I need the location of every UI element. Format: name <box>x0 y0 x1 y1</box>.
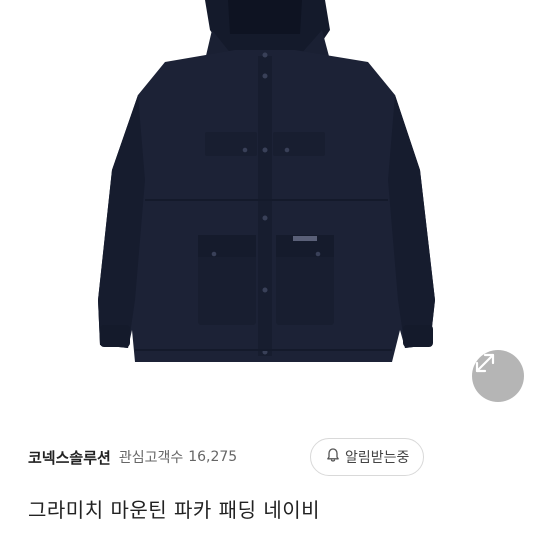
alert-label: 알림받는중 <box>345 450 410 466</box>
follower-label: 관심고객수 <box>118 450 184 466</box>
jacket-illustration <box>98 0 435 362</box>
seller-row: 코넥스솔루션 관심고객수 16,275 알림받는중 <box>28 438 512 476</box>
bell-icon <box>325 447 341 467</box>
product-info-panel: 코넥스솔루션 관심고객수 16,275 알림받는중 그라미치 마운틴 파카 패딩… <box>0 418 540 540</box>
alert-subscribed-button[interactable]: 알림받는중 <box>310 438 425 476</box>
product-image[interactable] <box>0 0 540 418</box>
seller-name[interactable]: 코넥스솔루션 <box>28 447 111 468</box>
follower-count: 16,275 <box>188 449 238 465</box>
product-title: 그라미치 마운틴 파카 패딩 네이비 <box>28 498 321 522</box>
expand-image-button[interactable] <box>472 350 524 402</box>
